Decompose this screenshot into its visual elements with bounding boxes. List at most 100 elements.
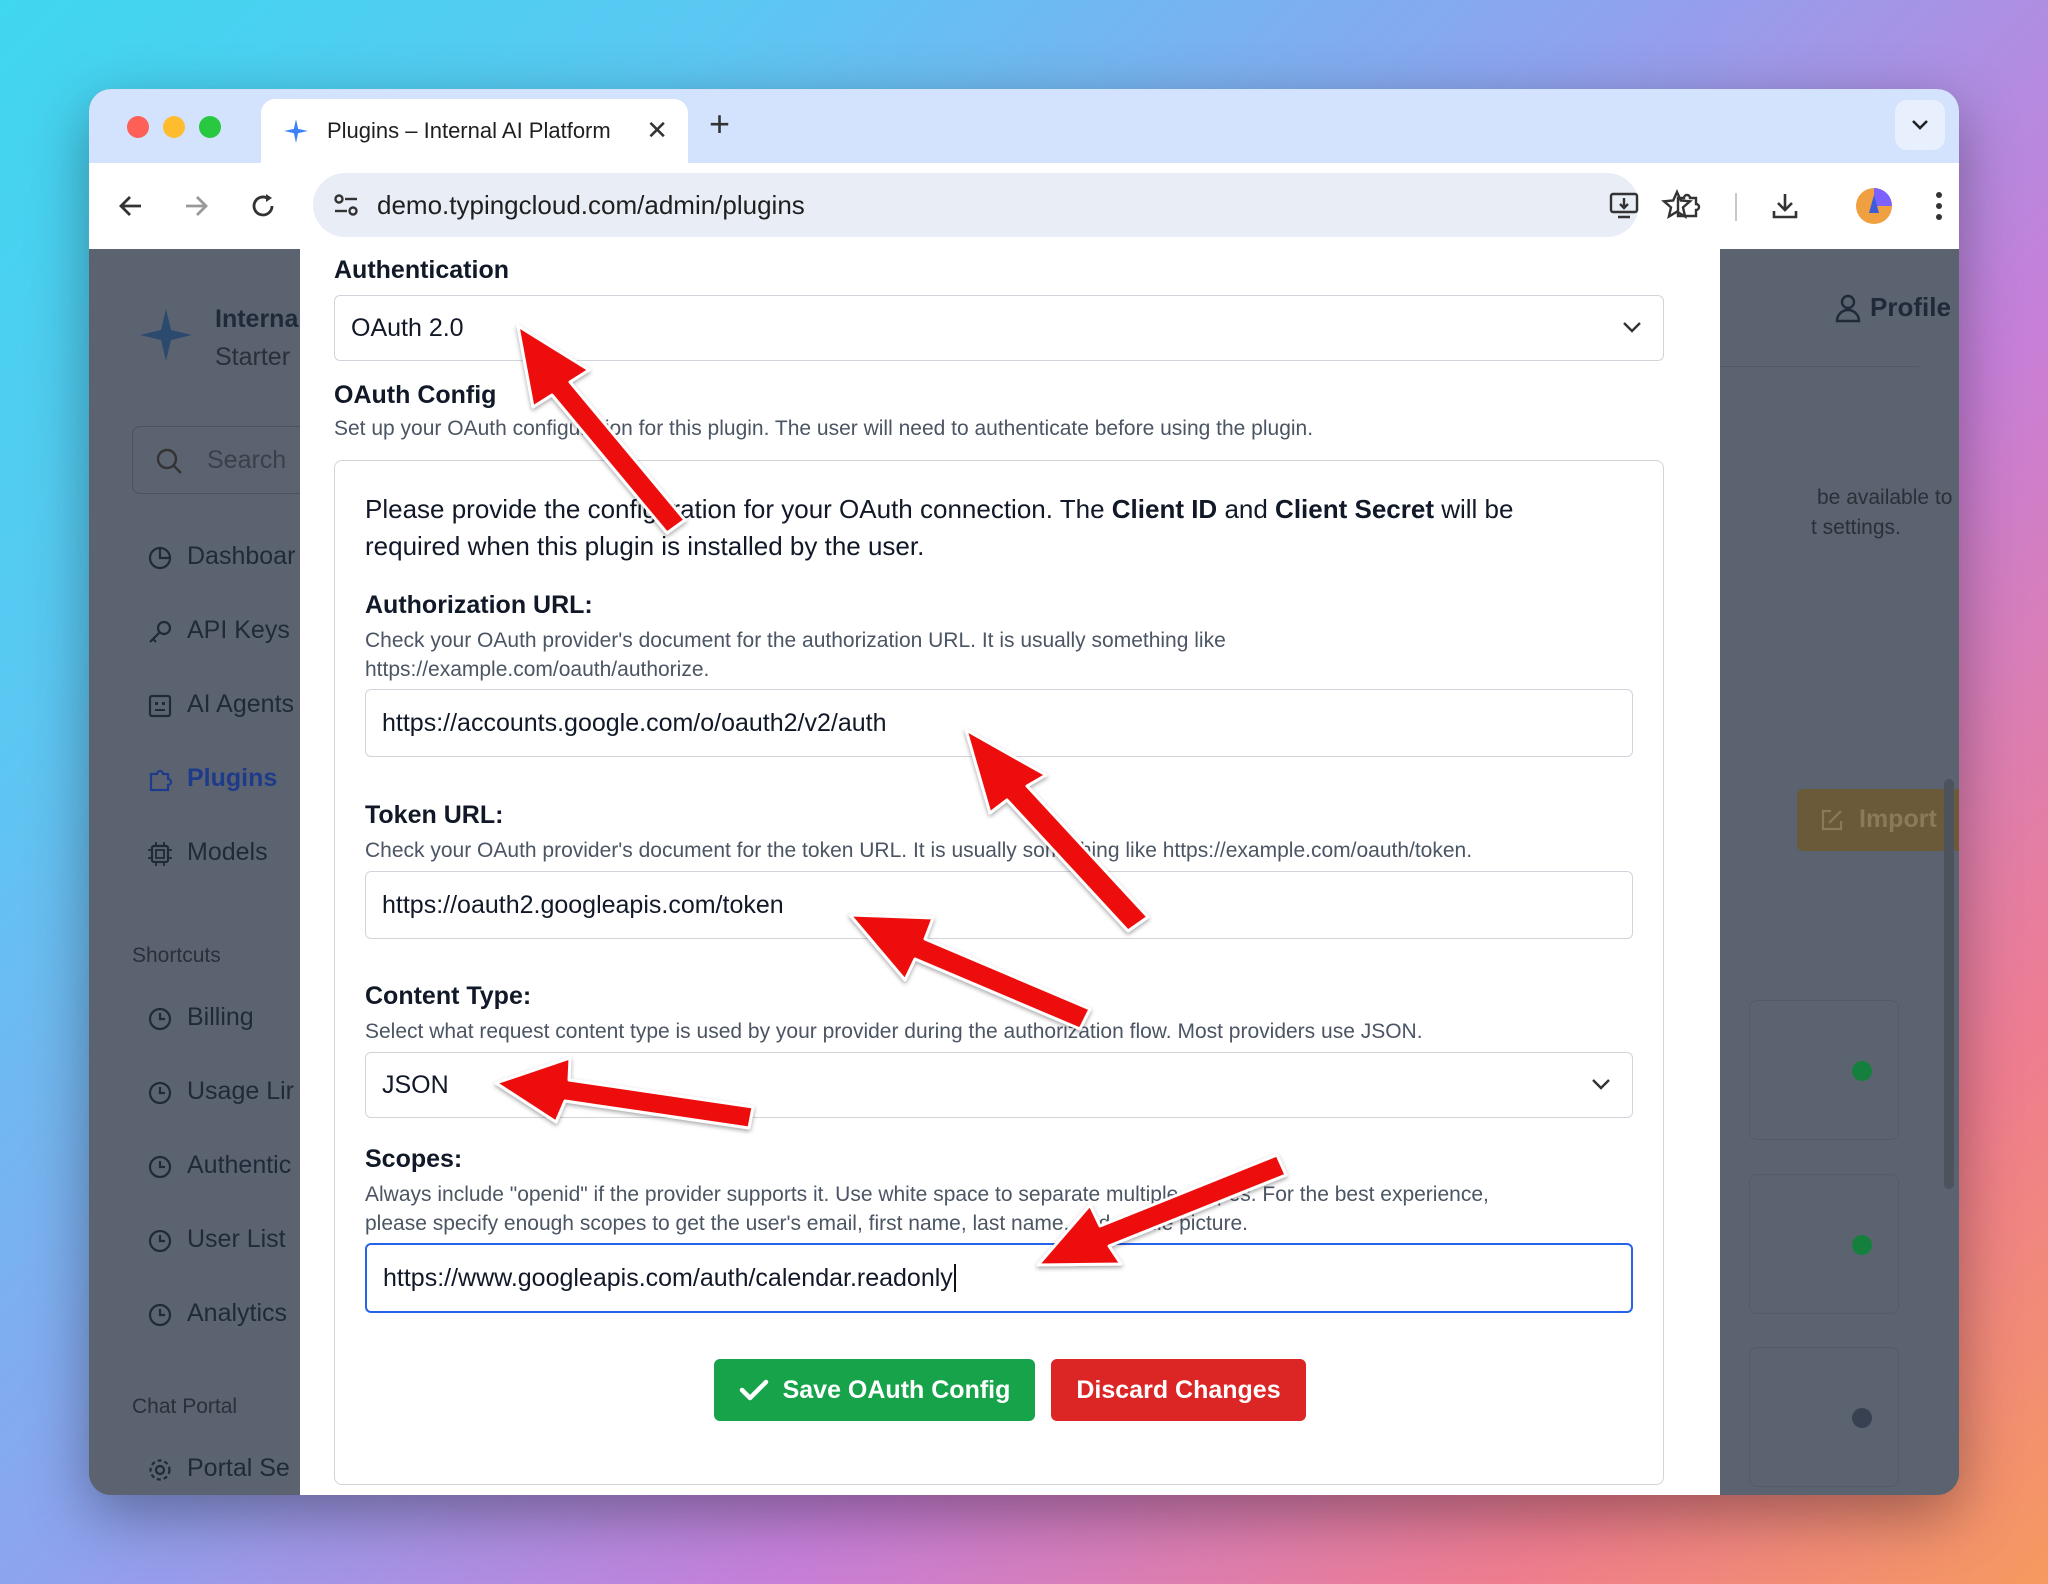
robot-icon bbox=[148, 694, 172, 718]
back-button[interactable] bbox=[108, 183, 154, 229]
token-url-input[interactable]: https://oauth2.googleapis.com/token bbox=[365, 871, 1633, 939]
oauth-config-description: Set up your OAuth configuration for this… bbox=[334, 417, 1314, 440]
tab-plugins[interactable]: Plugins – Internal AI Platform ✕ bbox=[261, 99, 688, 163]
key-icon bbox=[149, 620, 172, 643]
brand-plan: Starter bbox=[215, 343, 291, 371]
plugin-card-1[interactable] bbox=[1749, 1000, 1899, 1140]
content-type-label: Content Type: bbox=[365, 982, 532, 1010]
brand-name: Interna bbox=[215, 305, 299, 333]
page-content: Interna Starter Search Dashboar API Keys… bbox=[89, 249, 1959, 1495]
authorization-url-help: Check your OAuth provider's document for… bbox=[365, 629, 1226, 681]
sparkle-icon bbox=[284, 119, 308, 143]
chevron-down-icon bbox=[1912, 120, 1928, 130]
authorization-url-label: Authorization URL: bbox=[365, 591, 593, 619]
arrow-left-icon bbox=[119, 196, 141, 216]
clock-icon bbox=[148, 1081, 172, 1105]
note-line-2: t settings. bbox=[1811, 516, 1901, 539]
sidebar-item-label: AI Agents bbox=[187, 690, 295, 718]
puzzle-piece-icon bbox=[1676, 193, 1701, 218]
maximize-window-button[interactable] bbox=[199, 116, 221, 138]
chart-pie-icon bbox=[148, 546, 172, 570]
tab-search-button[interactable] bbox=[1895, 100, 1945, 150]
authentication-value: OAuth 2.0 bbox=[351, 313, 464, 342]
close-window-button[interactable] bbox=[127, 116, 149, 138]
scrollbar-thumb[interactable] bbox=[1944, 779, 1954, 1189]
authentication-select[interactable]: OAuth 2.0 bbox=[334, 295, 1664, 361]
discard-changes-button[interactable]: Discard Changes bbox=[1051, 1359, 1306, 1421]
site-settings-icon bbox=[334, 194, 358, 216]
plugin-card-3[interactable] bbox=[1749, 1347, 1899, 1487]
status-dot bbox=[1852, 1235, 1872, 1255]
scopes-value: https://www.googleapis.com/auth/calendar… bbox=[383, 1263, 953, 1292]
clock-icon bbox=[148, 1303, 172, 1327]
discard-button-label: Discard Changes bbox=[1076, 1375, 1281, 1404]
shortcut-label: Usage Lir bbox=[187, 1077, 294, 1105]
sidebar-item-label: Portal Se bbox=[187, 1454, 290, 1482]
import-button[interactable]: Import bbox=[1797, 789, 1959, 851]
browser-window: Plugins – Internal AI Platform ✕ + demo.… bbox=[89, 89, 1959, 1495]
content-type-value: JSON bbox=[382, 1070, 449, 1099]
clock-icon bbox=[148, 1007, 172, 1031]
note-line-1: be available to bbox=[1817, 486, 1953, 509]
shortcut-label: Billing bbox=[187, 1003, 254, 1031]
plugin-card-2[interactable] bbox=[1749, 1174, 1899, 1314]
minimize-window-button[interactable] bbox=[163, 116, 185, 138]
url-text: demo.typingcloud.com/admin/plugins bbox=[377, 189, 805, 220]
kebab-menu-icon bbox=[1936, 192, 1942, 220]
avatar-icon bbox=[1856, 188, 1892, 224]
check-icon bbox=[739, 1379, 768, 1401]
status-dot bbox=[1852, 1408, 1872, 1428]
clock-icon bbox=[148, 1229, 172, 1253]
content-type-help: Select what request content type is used… bbox=[365, 1020, 1423, 1043]
new-tab-button[interactable]: + bbox=[709, 103, 730, 145]
intro-client-secret: Client Secret bbox=[1275, 494, 1434, 524]
import-label: Import bbox=[1859, 805, 1937, 833]
save-oauth-config-button[interactable]: Save OAuth Config bbox=[714, 1359, 1035, 1421]
intro-text-1: Please provide the configuration for you… bbox=[365, 494, 1112, 524]
authorization-url-input[interactable]: https://accounts.google.com/o/oauth2/v2/… bbox=[365, 689, 1633, 757]
reload-button[interactable] bbox=[240, 183, 286, 229]
shortcuts-heading: Shortcuts bbox=[132, 944, 221, 967]
install-app-icon[interactable] bbox=[1608, 189, 1640, 221]
sidebar-item-label: Plugins bbox=[187, 764, 278, 792]
shortcut-label: User List bbox=[187, 1225, 286, 1253]
user-icon bbox=[1835, 294, 1861, 323]
token-url-value: https://oauth2.googleapis.com/token bbox=[382, 890, 784, 919]
close-tab-icon[interactable]: ✕ bbox=[646, 117, 668, 143]
save-button-label: Save OAuth Config bbox=[782, 1375, 1011, 1404]
oauth-config-card: Please provide the configuration for you… bbox=[334, 460, 1664, 1485]
forward-button[interactable] bbox=[173, 183, 219, 229]
token-url-label: Token URL: bbox=[365, 801, 504, 829]
chevron-down-icon bbox=[1623, 322, 1641, 333]
profile-avatar-button[interactable] bbox=[1851, 183, 1897, 229]
status-dot bbox=[1852, 1061, 1872, 1081]
background-page-right: Profile be available to t settings. Impo… bbox=[1719, 249, 1959, 1495]
reload-icon bbox=[252, 194, 274, 217]
chevron-down-icon bbox=[1592, 1079, 1610, 1090]
intro-client-id: Client ID bbox=[1111, 494, 1218, 524]
shortcut-label: Authentic bbox=[187, 1151, 292, 1179]
scopes-input[interactable]: https://www.googleapis.com/auth/calendar… bbox=[365, 1243, 1633, 1313]
profile-label: Profile bbox=[1870, 292, 1951, 322]
arrow-right-icon bbox=[186, 196, 208, 216]
address-bar[interactable]: demo.typingcloud.com/admin/plugins bbox=[313, 173, 1693, 237]
browser-toolbar: demo.typingcloud.com/admin/plugins bbox=[89, 163, 1959, 249]
downloads-button[interactable] bbox=[1762, 183, 1808, 229]
sidebar-item-label: Dashboar bbox=[187, 542, 296, 570]
scopes-label: Scopes: bbox=[365, 1145, 463, 1173]
oauth-config-title: OAuth Config bbox=[334, 381, 497, 409]
search-icon bbox=[156, 448, 182, 474]
shortcut-label: Analytics bbox=[187, 1299, 288, 1327]
import-icon bbox=[1821, 809, 1843, 831]
tab-bar: Plugins – Internal AI Platform ✕ + bbox=[89, 89, 1959, 163]
download-icon bbox=[1772, 194, 1798, 219]
extensions-button[interactable] bbox=[1665, 183, 1711, 229]
content-type-select[interactable]: JSON bbox=[365, 1052, 1633, 1118]
scopes-help: Always include "openid" if the provider … bbox=[365, 1183, 1489, 1235]
browser-menu-button[interactable] bbox=[1916, 183, 1959, 229]
sidebar-item-label: Models bbox=[187, 838, 268, 866]
toolbar-divider bbox=[1735, 193, 1737, 221]
puzzle-icon bbox=[149, 769, 173, 792]
oauth-config-modal: Authentication OAuth 2.0 OAuth Config Se… bbox=[300, 249, 1720, 1495]
text-caret bbox=[953, 1264, 956, 1292]
